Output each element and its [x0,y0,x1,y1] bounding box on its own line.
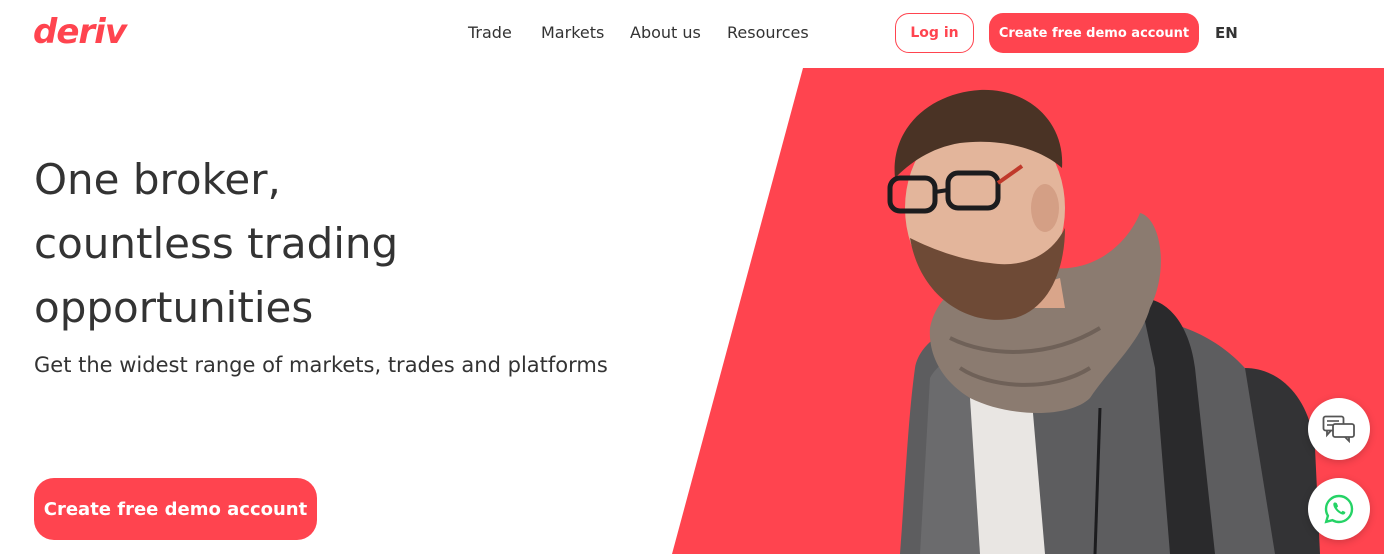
nav-trade[interactable]: Trade [468,23,512,43]
login-button[interactable]: Log in [895,13,974,53]
hero-headline-line: countless trading [34,219,399,268]
language-selector[interactable]: EN [1215,23,1238,43]
hero-headline: One broker, countless trading opportunit… [34,148,554,340]
whatsapp-button[interactable] [1308,478,1370,540]
hero-person-image [887,89,1320,554]
nav-resources[interactable]: Resources [727,23,809,43]
live-chat-icon [1322,415,1355,443]
whatsapp-icon [1324,494,1354,524]
hero-subheadline: Get the widest range of markets, trades … [34,353,608,377]
hero-headline-line: opportunities [34,283,314,332]
nav-about-us[interactable]: About us [630,23,701,43]
header-demo-account-button[interactable]: Create free demo account [989,13,1199,53]
live-chat-button[interactable] [1308,398,1370,460]
site-header: deriv Trade Markets About us Resources L… [0,0,1384,68]
hero-demo-account-button[interactable]: Create free demo account [34,478,317,540]
hero-headline-line: One broker, [34,155,281,204]
deriv-logo[interactable]: deriv [33,12,127,52]
nav-markets[interactable]: Markets [541,23,604,43]
